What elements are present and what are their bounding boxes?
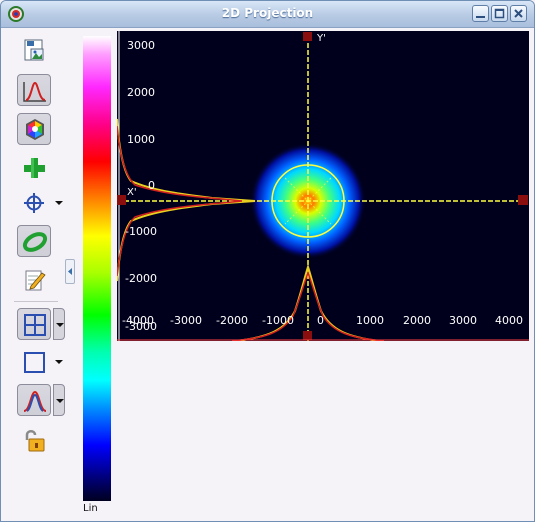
vertical-toolbar bbox=[10, 33, 65, 515]
x-tick: 1000 bbox=[356, 314, 384, 327]
minimize-icon bbox=[476, 16, 485, 18]
chevron-down-icon bbox=[56, 323, 64, 327]
y-tick: -2000 bbox=[125, 272, 157, 285]
x-tick: -3000 bbox=[170, 314, 202, 327]
crosshair-left-handle[interactable] bbox=[117, 195, 126, 205]
y-tick: 1000 bbox=[127, 133, 155, 146]
profile-button[interactable] bbox=[17, 74, 51, 106]
x-tick: 3000 bbox=[449, 314, 477, 327]
plot-canvas bbox=[117, 31, 529, 341]
grid-dropdown[interactable] bbox=[53, 308, 65, 340]
scale-mode-label: Lin bbox=[83, 503, 98, 514]
x-tick: 4000 bbox=[495, 314, 523, 327]
beam-plot[interactable]: 3000 2000 1000 0 -1000 -2000 -3000 -4000… bbox=[117, 31, 529, 341]
y-tick: 2000 bbox=[127, 86, 155, 99]
toolbar-separator bbox=[14, 301, 58, 302]
lock-button[interactable] bbox=[17, 425, 51, 457]
chevron-down-icon bbox=[55, 360, 63, 364]
minimize-button[interactable] bbox=[472, 5, 489, 22]
aperture-dropdown[interactable] bbox=[53, 346, 65, 378]
crosshair-button[interactable] bbox=[17, 187, 51, 219]
crosshair-dropdown[interactable] bbox=[53, 187, 65, 219]
fit-button[interactable] bbox=[17, 384, 51, 416]
window-title: 2D Projection bbox=[221, 6, 314, 20]
crosshair-right-handle[interactable] bbox=[518, 195, 528, 205]
gaussian-fit-icon bbox=[23, 390, 47, 412]
x-tick: -4000 bbox=[122, 314, 154, 327]
x-tick: 2000 bbox=[403, 314, 431, 327]
grid-button[interactable] bbox=[17, 308, 51, 340]
x-axis-label: X' bbox=[127, 187, 137, 198]
crosshair-bottom-handle[interactable] bbox=[303, 331, 312, 340]
collapse-toolbar-button[interactable] bbox=[65, 259, 75, 284]
close-icon bbox=[514, 9, 523, 18]
x-tick: -2000 bbox=[216, 314, 248, 327]
add-button[interactable] bbox=[17, 152, 51, 184]
chevron-down-icon bbox=[56, 399, 64, 403]
maximize-icon bbox=[494, 8, 505, 19]
y-tick: -1000 bbox=[125, 225, 157, 238]
chevron-left-icon bbox=[68, 268, 72, 275]
notes-button[interactable] bbox=[17, 264, 51, 296]
save-image-icon bbox=[24, 39, 44, 61]
color-palette-icon bbox=[26, 119, 44, 140]
x-tick: -1000 bbox=[262, 314, 294, 327]
save-image-button[interactable] bbox=[17, 35, 51, 67]
close-button[interactable] bbox=[510, 5, 527, 22]
gaussian-profile-icon bbox=[23, 81, 46, 102]
chevron-down-icon bbox=[55, 201, 63, 205]
crosshair-top-handle[interactable] bbox=[303, 32, 312, 41]
square-aperture-icon bbox=[24, 352, 45, 373]
color-palette-button[interactable] bbox=[17, 113, 51, 145]
x-tick: 0 bbox=[317, 314, 324, 327]
color-scale-bar bbox=[83, 36, 111, 501]
crosshair-icon bbox=[24, 193, 44, 213]
title-bar[interactable]: 2D Projection bbox=[1, 1, 534, 28]
plus-icon bbox=[24, 158, 45, 178]
y-tick: 3000 bbox=[127, 39, 155, 52]
grid-icon bbox=[24, 314, 46, 336]
projection-window: 2D Projection Lin 3000 2000 1000 0 -1000… bbox=[0, 0, 535, 522]
unlocked-lock-icon bbox=[25, 430, 45, 452]
fit-dropdown[interactable] bbox=[53, 384, 65, 416]
aperture-button[interactable] bbox=[17, 346, 51, 378]
ellipse-button[interactable] bbox=[17, 225, 51, 257]
y-axis-label: Y' bbox=[317, 33, 326, 44]
notepad-pencil-icon bbox=[25, 270, 46, 291]
ellipse-icon bbox=[22, 232, 48, 252]
maximize-button[interactable] bbox=[491, 5, 508, 22]
